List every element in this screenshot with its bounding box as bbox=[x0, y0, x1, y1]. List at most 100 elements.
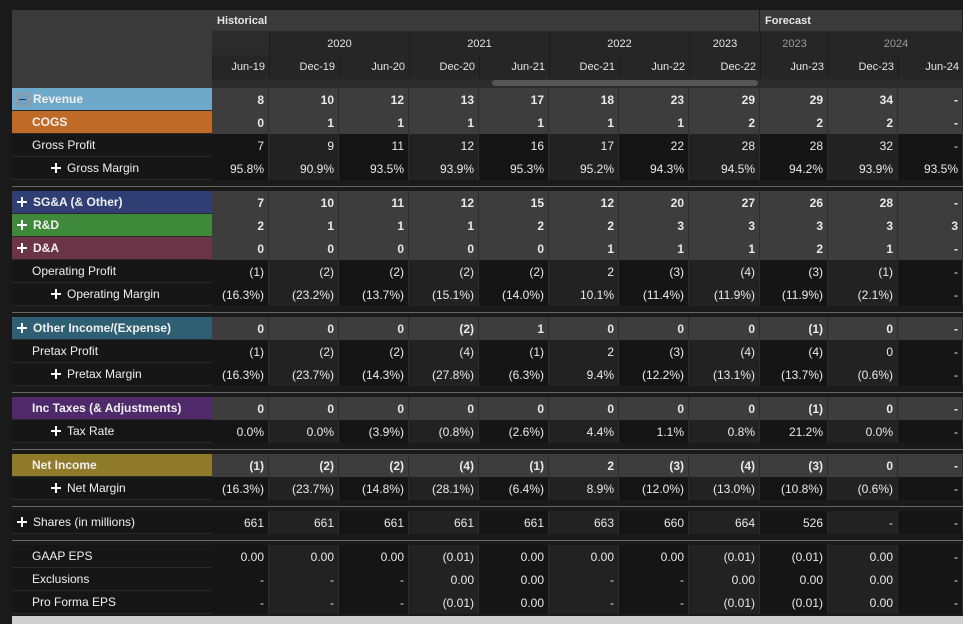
table-cell[interactable]: 663 bbox=[549, 511, 619, 534]
table-cell[interactable]: 2 bbox=[212, 214, 269, 237]
table-cell[interactable]: 93.9% bbox=[409, 157, 479, 180]
table-cell[interactable]: (0.6%) bbox=[828, 477, 898, 500]
table-cell[interactable]: - bbox=[898, 260, 963, 283]
table-cell[interactable]: - bbox=[828, 511, 898, 534]
table-cell[interactable]: 95.3% bbox=[479, 157, 549, 180]
table-cell[interactable]: 12 bbox=[409, 134, 479, 157]
table-cell[interactable]: 93.9% bbox=[828, 157, 898, 180]
table-cell[interactable]: 34 bbox=[828, 88, 898, 111]
table-cell[interactable]: (4) bbox=[760, 340, 828, 363]
table-cell[interactable]: 0 bbox=[269, 317, 339, 340]
table-cell[interactable]: 12 bbox=[549, 191, 619, 214]
table-cell[interactable]: 0.0% bbox=[212, 420, 269, 443]
row-label-exclusions[interactable]: Exclusions bbox=[12, 568, 212, 591]
expand-icon[interactable] bbox=[50, 482, 62, 494]
table-cell[interactable]: 10.1% bbox=[549, 283, 619, 306]
table-cell[interactable]: 0 bbox=[339, 317, 409, 340]
table-cell[interactable]: 0 bbox=[689, 317, 760, 340]
row-label-tax-rate[interactable]: Tax Rate bbox=[12, 420, 212, 443]
table-cell[interactable]: 1 bbox=[619, 237, 689, 260]
table-cell[interactable]: 0 bbox=[828, 317, 898, 340]
row-label-gross-profit[interactable]: Gross Profit bbox=[12, 134, 212, 157]
table-cell[interactable]: 0 bbox=[212, 111, 269, 134]
table-cell[interactable]: 1 bbox=[689, 237, 760, 260]
table-cell[interactable]: - bbox=[212, 591, 269, 614]
table-cell[interactable]: 7 bbox=[212, 191, 269, 214]
table-cell[interactable]: (2) bbox=[409, 260, 479, 283]
table-cell[interactable]: 7 bbox=[212, 134, 269, 157]
table-cell[interactable]: 12 bbox=[339, 88, 409, 111]
table-cell[interactable]: (6.3%) bbox=[479, 363, 549, 386]
table-cell[interactable]: 16 bbox=[479, 134, 549, 157]
table-cell[interactable]: - bbox=[339, 568, 409, 591]
table-cell[interactable]: (0.8%) bbox=[409, 420, 479, 443]
period-header[interactable]: Dec-21 bbox=[549, 55, 619, 79]
table-cell[interactable]: 0.00 bbox=[409, 568, 479, 591]
table-cell[interactable]: - bbox=[269, 591, 339, 614]
table-cell[interactable]: 0.00 bbox=[479, 568, 549, 591]
table-cell[interactable]: 15 bbox=[479, 191, 549, 214]
table-cell[interactable]: 26 bbox=[760, 191, 828, 214]
table-cell[interactable]: 23 bbox=[619, 88, 689, 111]
table-cell[interactable]: 28 bbox=[760, 134, 828, 157]
table-cell[interactable]: (0.01) bbox=[760, 545, 828, 568]
table-cell[interactable]: 661 bbox=[339, 511, 409, 534]
table-cell[interactable]: 17 bbox=[549, 134, 619, 157]
table-cell[interactable]: - bbox=[898, 363, 963, 386]
period-header[interactable]: Jun-21 bbox=[479, 55, 549, 79]
row-label-rnd[interactable]: R&D bbox=[12, 214, 212, 237]
table-cell[interactable]: 0.00 bbox=[828, 545, 898, 568]
table-cell[interactable]: - bbox=[898, 511, 963, 534]
table-cell[interactable]: 10 bbox=[269, 191, 339, 214]
table-cell[interactable]: 3 bbox=[760, 214, 828, 237]
table-cell[interactable]: 3 bbox=[619, 214, 689, 237]
table-cell[interactable]: (1) bbox=[212, 340, 269, 363]
table-cell[interactable]: 93.5% bbox=[339, 157, 409, 180]
table-cell[interactable]: 2 bbox=[479, 214, 549, 237]
table-cell[interactable]: - bbox=[619, 568, 689, 591]
table-cell[interactable]: (10.8%) bbox=[760, 477, 828, 500]
table-cell[interactable]: 9.4% bbox=[549, 363, 619, 386]
table-cell[interactable]: 8.9% bbox=[549, 477, 619, 500]
row-label-net-margin[interactable]: Net Margin bbox=[12, 477, 212, 500]
table-cell[interactable]: (3) bbox=[619, 454, 689, 477]
table-cell[interactable]: 0.00 bbox=[828, 568, 898, 591]
table-cell[interactable]: (12.0%) bbox=[619, 477, 689, 500]
table-cell[interactable]: (0.01) bbox=[760, 591, 828, 614]
row-label-pretax-profit[interactable]: Pretax Profit bbox=[12, 340, 212, 363]
table-cell[interactable]: 0 bbox=[828, 340, 898, 363]
table-cell[interactable]: (23.7%) bbox=[269, 477, 339, 500]
table-cell[interactable]: (4) bbox=[689, 454, 760, 477]
table-cell[interactable]: (1) bbox=[479, 454, 549, 477]
table-cell[interactable]: 0 bbox=[212, 317, 269, 340]
horizontal-scrollbar[interactable] bbox=[492, 80, 758, 86]
table-cell[interactable]: (2) bbox=[269, 260, 339, 283]
table-cell[interactable]: 0 bbox=[269, 397, 339, 420]
table-cell[interactable]: 0 bbox=[549, 397, 619, 420]
table-cell[interactable]: (1) bbox=[212, 454, 269, 477]
table-cell[interactable]: 27 bbox=[689, 191, 760, 214]
table-cell[interactable]: 0 bbox=[409, 237, 479, 260]
table-cell[interactable]: 0.00 bbox=[549, 545, 619, 568]
table-cell[interactable]: 2 bbox=[760, 111, 828, 134]
table-cell[interactable]: 2 bbox=[549, 454, 619, 477]
table-cell[interactable]: (1) bbox=[212, 260, 269, 283]
table-cell[interactable]: 0.0% bbox=[269, 420, 339, 443]
table-cell[interactable]: 1 bbox=[549, 237, 619, 260]
table-cell[interactable]: 0.8% bbox=[689, 420, 760, 443]
table-cell[interactable]: (2.6%) bbox=[479, 420, 549, 443]
table-cell[interactable]: 0.00 bbox=[339, 545, 409, 568]
table-cell[interactable]: 2 bbox=[689, 111, 760, 134]
table-cell[interactable]: 2 bbox=[760, 237, 828, 260]
row-label-inc-taxes[interactable]: Inc Taxes (& Adjustments) bbox=[12, 397, 212, 420]
table-cell[interactable]: 0.00 bbox=[212, 545, 269, 568]
period-header[interactable]: Jun-24 bbox=[898, 55, 963, 79]
table-cell[interactable]: 0.00 bbox=[619, 545, 689, 568]
table-cell[interactable]: 0.00 bbox=[760, 568, 828, 591]
table-cell[interactable]: 1 bbox=[549, 111, 619, 134]
row-label-gaap-eps[interactable]: GAAP EPS bbox=[12, 545, 212, 568]
table-cell[interactable]: - bbox=[898, 340, 963, 363]
table-cell[interactable]: (4) bbox=[409, 340, 479, 363]
table-cell[interactable]: (16.3%) bbox=[212, 477, 269, 500]
table-cell[interactable]: 22 bbox=[619, 134, 689, 157]
